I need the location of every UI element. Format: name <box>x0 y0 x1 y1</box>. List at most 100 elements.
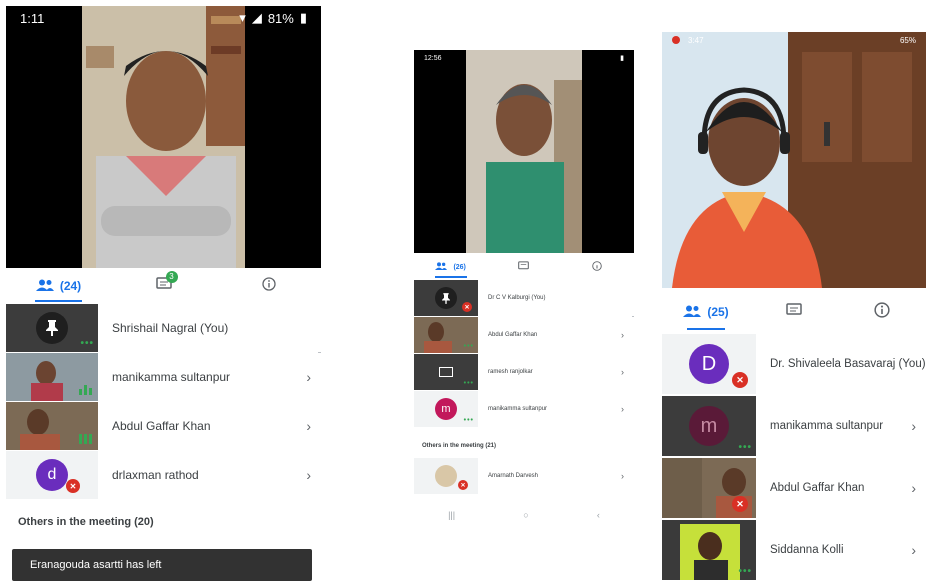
avatar: m <box>689 406 729 446</box>
more-options-icon[interactable]: ••• <box>80 339 94 349</box>
participant-name: Dr C V Kalburgi (You) <box>488 295 546 301</box>
status-bar: 1:11 ▾ ◢ 81% ▮ <box>6 6 321 30</box>
participant-row[interactable]: d ✕ drlaxman rathod › <box>6 451 321 499</box>
chevron-right-icon[interactable]: › <box>621 367 634 377</box>
toast-message: Eranagouda asartti has left <box>30 559 162 571</box>
wifi-icon: ▾ <box>239 10 246 25</box>
chevron-right-icon[interactable]: › <box>621 330 634 340</box>
present-icon <box>439 367 453 377</box>
participants-tabs: (24) 3 <box>6 270 321 302</box>
participant-row[interactable]: m ••• manikamma sultanpur › <box>414 391 634 427</box>
participant-thumbnail: ••• <box>414 317 478 353</box>
participant-row[interactable]: m ••• manikamma sultanpur › <box>662 396 926 456</box>
tab-info[interactable] <box>216 270 321 302</box>
participant-row[interactable]: ••• Siddanna Kolli › <box>662 520 926 580</box>
participant-row[interactable]: ••• Abdul Gaffar Khan › <box>414 317 634 353</box>
recent-apps-icon[interactable]: ||| <box>448 510 455 520</box>
more-options-icon[interactable]: ••• <box>738 443 752 453</box>
participant-name: Dr. Shivaleela Basavaraj (You) <box>770 358 926 370</box>
participant-row[interactable]: ••• ramesh ranjolkar › <box>414 354 634 390</box>
participant-thumbnail: m ••• <box>662 396 756 456</box>
signal-icon: ◢ <box>251 10 262 25</box>
more-options-icon[interactable]: ••• <box>464 380 474 387</box>
participant-name: manikamma sultanpur <box>112 370 231 384</box>
participant-thumbnail <box>6 402 98 450</box>
mic-off-icon: ✕ <box>458 480 468 490</box>
status-bar: 12:56 ▮ <box>414 50 634 66</box>
tab-chat[interactable] <box>750 294 838 330</box>
battery-level: 81% <box>267 10 294 26</box>
participant-video <box>466 50 582 253</box>
participant-thumbnail <box>6 353 98 401</box>
participant-name: manikamma sultanpur <box>770 420 884 432</box>
participant-thumbnail: ••• <box>6 304 98 352</box>
participant-name: Abdul Gaffar Khan <box>112 419 211 433</box>
chevron-right-icon[interactable]: › <box>621 471 634 481</box>
home-icon[interactable]: ○ <box>523 510 528 520</box>
tab-info[interactable] <box>838 294 926 330</box>
participant-name: Amarnath Darvesh <box>488 473 539 479</box>
status-time: 1:11 <box>20 10 45 26</box>
people-icon <box>435 262 448 272</box>
toast-notification: Eranagouda asartti has left <box>12 549 312 581</box>
people-count: (26) <box>453 263 466 271</box>
participant-thumbnail: d ✕ <box>6 451 98 499</box>
tab-people[interactable]: (25) <box>662 294 750 330</box>
avatar: m <box>435 398 457 420</box>
participant-video <box>662 32 926 288</box>
info-icon <box>592 258 603 276</box>
people-icon <box>683 305 702 320</box>
chevron-right-icon[interactable]: › <box>621 404 634 414</box>
chevron-right-icon[interactable]: › <box>911 418 926 434</box>
participant-thumbnail: m ••• <box>414 391 478 427</box>
participant-row[interactable]: manikamma sultanpur › <box>6 353 321 401</box>
tab-chat[interactable]: 3 <box>111 270 216 302</box>
screenshot-3: 3:47 65% (25) D ✕ Dr. Shivaleela Basavar… <box>662 32 926 583</box>
chevron-right-icon[interactable]: › <box>911 480 926 496</box>
participant-thumbnail: ✕ <box>662 458 756 518</box>
chevron-right-icon[interactable]: › <box>306 418 321 434</box>
participant-name: Abdul Gaffar Khan <box>770 482 865 494</box>
mic-off-icon: ✕ <box>732 372 748 388</box>
tab-people[interactable]: (24) <box>6 270 111 302</box>
system-nav-bar: ||| ○ ‹ <box>414 506 634 524</box>
chevron-right-icon[interactable]: › <box>306 369 321 385</box>
others-section-heading: Others in the meeting (21) <box>422 443 497 449</box>
participant-row[interactable]: D ✕ Dr. Shivaleela Basavaraj (You) <box>662 334 926 394</box>
tab-info[interactable] <box>561 256 634 278</box>
main-video-tile[interactable]: 12:56 ▮ <box>414 50 634 253</box>
main-video-tile[interactable]: 1:11 ▾ ◢ 81% ▮ <box>6 6 321 268</box>
mic-off-icon: ✕ <box>462 302 472 312</box>
participant-name: ramesh ranjolkar <box>488 369 533 375</box>
chevron-right-icon[interactable]: › <box>911 542 926 558</box>
participant-row[interactable]: ✕ Abdul Gaffar Khan › <box>662 458 926 518</box>
more-options-icon[interactable]: ••• <box>464 417 474 424</box>
participants-tabs: (25) <box>662 294 926 330</box>
info-icon <box>261 276 276 296</box>
participant-row[interactable]: ✕ Amarnath Darvesh › <box>414 458 634 494</box>
audio-level-icon <box>79 385 92 395</box>
status-bar: 3:47 65% <box>662 32 926 48</box>
more-options-icon[interactable]: ••• <box>738 567 752 577</box>
participant-row[interactable]: Abdul Gaffar Khan › <box>6 402 321 450</box>
tab-chat[interactable] <box>487 256 560 278</box>
participant-name: manikamma sultanpur <box>488 406 548 412</box>
participant-row[interactable]: ✕ Dr C V Kalburgi (You) <box>414 280 634 316</box>
chat-unread-badge: 3 <box>165 270 178 283</box>
tab-people[interactable]: (26) <box>414 256 487 278</box>
chat-icon <box>518 258 530 276</box>
status-time: 12:56 <box>424 54 442 62</box>
participant-name: Shrishail Nagral (You) <box>112 321 229 335</box>
participants-tabs: (26) <box>414 256 634 278</box>
battery-icon: ▮ <box>299 10 307 25</box>
participant-thumbnail: D ✕ <box>662 334 756 394</box>
chevron-right-icon[interactable]: › <box>306 467 321 483</box>
audio-level-icon <box>79 434 92 444</box>
main-video-tile[interactable]: 3:47 65% <box>662 32 926 288</box>
pin-icon <box>435 287 457 309</box>
back-icon[interactable]: ‹ <box>597 510 600 520</box>
screenshot-2: 12:56 ▮ (26) ✕ Dr C V Kalburgi (You) •••… <box>414 50 634 528</box>
more-options-icon[interactable]: ••• <box>464 343 474 350</box>
participant-thumbnail: ✕ <box>414 458 478 494</box>
participant-row[interactable]: ••• Shrishail Nagral (You) <box>6 304 321 352</box>
